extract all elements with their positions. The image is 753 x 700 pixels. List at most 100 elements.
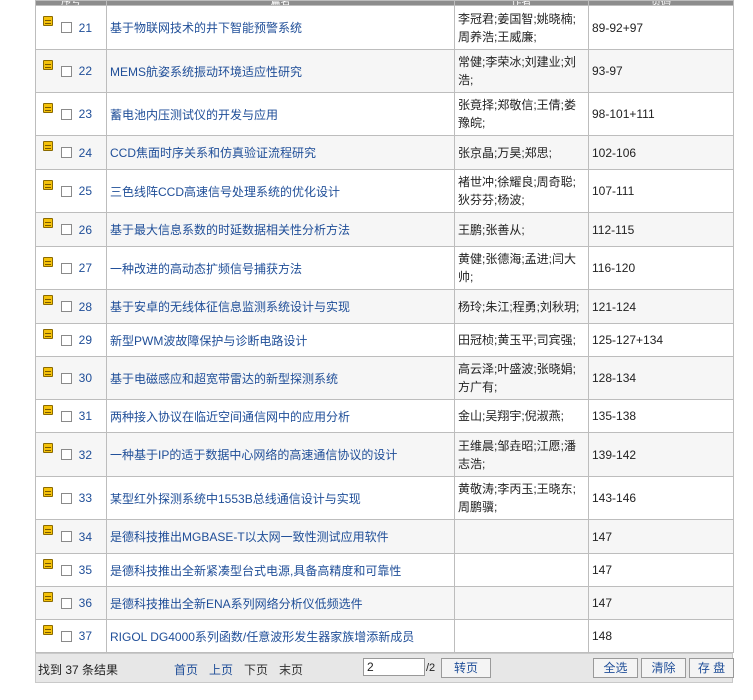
author-cell: 田冠桢;黄玉平;司宾强;: [454, 323, 589, 357]
article-title-link[interactable]: CCD焦面时序关系和仿真验证流程研究: [110, 146, 316, 160]
prev-page-link[interactable]: 上页: [209, 661, 233, 678]
document-icon[interactable]: [43, 486, 53, 497]
row-select-cell: 30: [35, 356, 107, 400]
author-cell: 杨玲;朱江;程勇;刘秋玥;: [454, 289, 589, 324]
row-checkbox[interactable]: [61, 22, 72, 34]
document-icon[interactable]: [43, 218, 53, 229]
document-icon[interactable]: [43, 141, 53, 152]
document-icon[interactable]: [43, 366, 53, 377]
article-title-link[interactable]: 是德科技推出全新ENA系列网络分析仪低频选件: [110, 597, 363, 611]
article-title-link[interactable]: 两种接入协议在临近空间通信网中的应用分析: [110, 410, 350, 424]
author-cell: 褚世冲;徐耀良;周奇聪;狄芬芬;杨波;: [454, 169, 589, 213]
table-row: 22 MEMS航姿系统振动环境适应性研究 常健;李荣冰;刘建业;刘浩; 93-97: [35, 49, 734, 93]
row-number: 30: [78, 371, 92, 386]
page-total: /2: [426, 662, 436, 674]
row-checkbox[interactable]: [61, 410, 72, 422]
article-title-link[interactable]: 一种基于IP的适于数据中心网络的高速通信协议的设计: [110, 448, 397, 462]
row-checkbox[interactable]: [61, 630, 72, 642]
row-checkbox[interactable]: [61, 564, 72, 576]
article-title-link[interactable]: 新型PWM波故障保护与诊断电路设计: [110, 334, 307, 348]
article-title-link[interactable]: 是德科技推出MGBASE-T以太网一致性测试应用软件: [110, 530, 389, 544]
table-row: 34 是德科技推出MGBASE-T以太网一致性测试应用软件 147: [35, 519, 734, 554]
title-cell: CCD焦面时序关系和仿真验证流程研究: [106, 135, 455, 170]
article-title-link[interactable]: RIGOL DG4000系列函数/任意波形发生器家族增添新成员: [110, 630, 414, 644]
pagination-bar: 找到 37 条结果 首页 上页 下页 末页 2 /2 转页 全选 清除 存 盘: [35, 653, 734, 683]
row-checkbox[interactable]: [61, 185, 72, 197]
result-count: 找到 37 条结果: [38, 663, 119, 677]
first-page-link[interactable]: 首页: [174, 661, 198, 678]
article-title-link[interactable]: 某型红外探测系统中1553B总线通信设计与实现: [110, 492, 361, 506]
pages-cell: 147: [588, 553, 734, 587]
author-cell: [454, 553, 589, 587]
document-icon[interactable]: [43, 328, 53, 339]
clear-button[interactable]: 清除: [641, 658, 686, 678]
row-checkbox[interactable]: [61, 531, 72, 543]
article-title-link[interactable]: MEMS航姿系统振动环境适应性研究: [110, 65, 302, 79]
document-icon[interactable]: [43, 16, 53, 27]
document-icon[interactable]: [43, 525, 53, 536]
pages-cell: 125-127+134: [588, 323, 734, 357]
pages-cell: 147: [588, 586, 734, 620]
row-checkbox[interactable]: [61, 492, 72, 504]
row-select-cell: 34: [35, 519, 107, 554]
row-select-cell: 32: [35, 432, 107, 477]
row-number: 33: [78, 491, 92, 506]
row-checkbox[interactable]: [61, 334, 72, 346]
table-row: 33 某型红外探测系统中1553B总线通信设计与实现 黄敬涛;李丙玉;王晓东;周鹏骥…: [35, 476, 734, 520]
table-row: 28 基于安卓的无线体征信息监测系统设计与实现 杨玲;朱江;程勇;刘秋玥; 121-1…: [35, 289, 734, 324]
pages-cell: 135-138: [588, 399, 734, 433]
article-title-link[interactable]: 基于电磁感应和超宽带雷达的新型探测系统: [110, 372, 338, 386]
document-icon[interactable]: [43, 102, 53, 113]
row-checkbox[interactable]: [61, 597, 72, 609]
pages-cell: 112-115: [588, 212, 734, 247]
select-all-button[interactable]: 全选: [593, 658, 638, 678]
page-number-input[interactable]: 2: [363, 658, 425, 676]
row-number: 29: [78, 333, 92, 348]
go-page-button[interactable]: 转页: [441, 658, 491, 678]
document-icon[interactable]: [43, 558, 53, 569]
pages-cell: 128-134: [588, 356, 734, 400]
row-select-cell: 23: [35, 92, 107, 136]
row-checkbox[interactable]: [61, 65, 72, 77]
table-row: 35 是德科技推出全新紧凑型台式电源,具备高精度和可靠性 147: [35, 553, 734, 587]
title-cell: 一种改进的高动态扩频信号捕获方法: [106, 246, 455, 290]
author-cell: 王维晨;邹垚昭;江愿;潘志浩;: [454, 432, 589, 477]
row-checkbox[interactable]: [61, 108, 72, 120]
save-button[interactable]: 存 盘: [689, 658, 734, 678]
row-checkbox[interactable]: [61, 262, 72, 274]
row-select-cell: 27: [35, 246, 107, 290]
author-cell: 常健;李荣冰;刘建业;刘浩;: [454, 49, 589, 93]
author-cell: 王鹏;张善从;: [454, 212, 589, 247]
row-checkbox[interactable]: [61, 147, 72, 159]
title-cell: 三色线阵CCD高速信号处理系统的优化设计: [106, 169, 455, 213]
results-table: 序号 篇名 作者 页码 21基于物联网技术的井下智能预警系统李冠君;姜国智;姚晓…: [35, 0, 734, 653]
title-cell: 是德科技推出MGBASE-T以太网一致性测试应用软件: [106, 519, 455, 554]
document-icon[interactable]: [43, 256, 53, 267]
document-icon[interactable]: [43, 624, 53, 635]
title-cell: 基于安卓的无线体征信息监测系统设计与实现: [106, 289, 455, 324]
row-checkbox[interactable]: [61, 372, 72, 384]
author-cell: 金山;吴翔宇;倪淑燕;: [454, 399, 589, 433]
row-checkbox[interactable]: [61, 224, 72, 236]
pages-cell: 147: [588, 519, 734, 554]
article-title-link[interactable]: 一种改进的高动态扩频信号捕获方法: [110, 262, 302, 276]
document-icon[interactable]: [43, 295, 53, 306]
article-title-link[interactable]: 基于物联网技术的井下智能预警系统: [110, 21, 302, 35]
row-checkbox[interactable]: [61, 449, 72, 461]
row-checkbox[interactable]: [61, 301, 72, 313]
document-icon[interactable]: [43, 179, 53, 190]
document-icon[interactable]: [43, 404, 53, 415]
document-icon[interactable]: [43, 59, 53, 70]
article-title-link[interactable]: 蓄电池内压测试仪的开发与应用: [110, 108, 278, 122]
document-icon[interactable]: [43, 591, 53, 602]
row-select-cell: 28: [35, 289, 107, 324]
article-title-link[interactable]: 基于安卓的无线体征信息监测系统设计与实现: [110, 300, 350, 314]
table-row: 29 新型PWM波故障保护与诊断电路设计 田冠桢;黄玉平;司宾强; 125-127+1…: [35, 323, 734, 357]
article-title-link[interactable]: 基于最大信息系数的时延数据相关性分析方法: [110, 223, 350, 237]
row-select-cell: 26: [35, 212, 107, 247]
article-title-link[interactable]: 是德科技推出全新紧凑型台式电源,具备高精度和可靠性: [110, 564, 401, 578]
row-select-cell: 36: [35, 586, 107, 620]
document-icon[interactable]: [43, 443, 53, 454]
author-cell: 高云泽;叶盛波;张晓娟;方广有;: [454, 356, 589, 400]
article-title-link[interactable]: 三色线阵CCD高速信号处理系统的优化设计: [110, 185, 340, 199]
